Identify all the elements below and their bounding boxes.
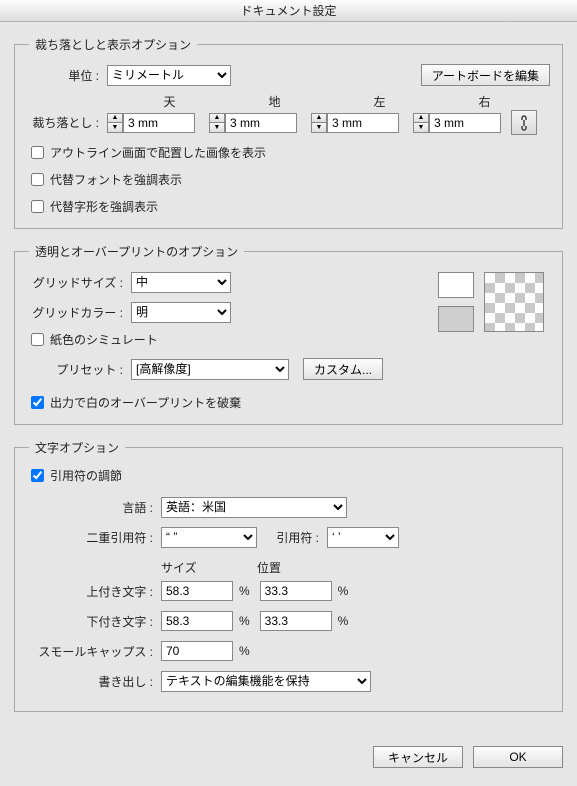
window-title: ドキュメント設定 xyxy=(0,0,577,22)
type-legend: 文字オプション xyxy=(29,439,125,456)
simulate-paper-label: 紙色のシミュレート xyxy=(50,331,158,348)
bleed-bottom-input[interactable] xyxy=(225,113,297,133)
preset-select[interactable]: [高解像度] xyxy=(131,359,289,380)
smallcaps-label: スモールキャップス : xyxy=(27,643,161,660)
bleed-display-options-group: 裁ち落としと表示オプション 単位 : ミリメートル アートボードを編集 天 地 … xyxy=(14,36,563,229)
position-header: 位置 xyxy=(257,559,353,576)
bleed-left-down[interactable]: ▼ xyxy=(311,122,327,133)
type-options-group: 文字オプション 引用符の調節 言語 : 英語：米国 二重引用符 : “ ” 引用… xyxy=(14,439,563,712)
percent-unit: % xyxy=(233,644,250,658)
bleed-top-header: 天 xyxy=(117,93,222,110)
smart-quotes-label: 引用符の調節 xyxy=(50,467,122,484)
percent-unit: % xyxy=(233,614,260,628)
smart-quotes-checkbox[interactable] xyxy=(31,469,44,482)
export-label: 書き出し : xyxy=(27,673,161,690)
language-select[interactable]: 英語：米国 xyxy=(161,497,347,518)
bleed-left-input[interactable] xyxy=(327,113,399,133)
percent-unit: % xyxy=(233,584,260,598)
alt-glyph-label: 代替字形を強調表示 xyxy=(50,198,158,215)
bleed-link-button[interactable] xyxy=(511,110,537,135)
cancel-button[interactable]: キャンセル xyxy=(373,746,463,768)
bleed-label: 裁ち落とし : xyxy=(27,114,107,131)
grid-swatch-checker xyxy=(484,272,544,332)
outline-images-checkbox[interactable] xyxy=(31,146,44,159)
bleed-left-header: 左 xyxy=(327,93,432,110)
bleed-right-up[interactable]: ▲ xyxy=(413,113,429,123)
preset-label: プリセット : xyxy=(27,361,131,378)
double-quote-label: 二重引用符 : xyxy=(27,529,161,546)
edit-artboards-button[interactable]: アートボードを編集 xyxy=(421,64,550,86)
single-quote-select[interactable]: ‘ ’ xyxy=(327,527,399,548)
bleed-right-input[interactable] xyxy=(429,113,501,133)
language-label: 言語 : xyxy=(27,499,161,516)
size-header: サイズ xyxy=(161,559,257,576)
grid-swatch-gray xyxy=(438,306,474,332)
double-quote-select[interactable]: “ ” xyxy=(161,527,257,548)
outline-images-label: アウトライン画面で配置した画像を表示 xyxy=(50,144,266,161)
bleed-bottom-header: 地 xyxy=(222,93,327,110)
smallcaps-input[interactable] xyxy=(161,641,233,661)
percent-unit: % xyxy=(332,614,349,628)
grid-swatch-white xyxy=(438,272,474,298)
bleed-top-up[interactable]: ▲ xyxy=(107,113,123,123)
grid-color-select[interactable]: 明 xyxy=(131,302,231,323)
alt-font-label: 代替フォントを強調表示 xyxy=(50,171,182,188)
link-icon xyxy=(518,115,530,131)
grid-color-label: グリッドカラー : xyxy=(27,304,131,321)
bleed-right-down[interactable]: ▼ xyxy=(413,122,429,133)
superscript-label: 上付き文字 : xyxy=(27,583,161,600)
bleed-right-header: 右 xyxy=(432,93,537,110)
unit-select[interactable]: ミリメートル xyxy=(107,65,231,86)
bleed-bottom-down[interactable]: ▼ xyxy=(209,122,225,133)
transparency-legend: 透明とオーバープリントのオプション xyxy=(29,243,244,260)
unit-label: 単位 : xyxy=(27,67,107,84)
simulate-paper-checkbox[interactable] xyxy=(31,333,44,346)
discard-white-overprint-label: 出力で白のオーバープリントを破棄 xyxy=(50,394,241,411)
transparency-overprint-group: 透明とオーバープリントのオプション グリッドサイズ : 中 グリッドカラー : … xyxy=(14,243,563,425)
superscript-pos-input[interactable] xyxy=(260,581,332,601)
percent-unit: % xyxy=(332,584,349,598)
subscript-size-input[interactable] xyxy=(161,611,233,631)
alt-glyph-checkbox[interactable] xyxy=(31,200,44,213)
subscript-label: 下付き文字 : xyxy=(27,613,161,630)
custom-button[interactable]: カスタム... xyxy=(303,358,383,380)
bleed-top-input[interactable] xyxy=(123,113,195,133)
subscript-pos-input[interactable] xyxy=(260,611,332,631)
bleed-bottom-up[interactable]: ▲ xyxy=(209,113,225,123)
alt-font-checkbox[interactable] xyxy=(31,173,44,186)
bleed-top-down[interactable]: ▼ xyxy=(107,122,123,133)
bleed-legend: 裁ち落としと表示オプション xyxy=(29,36,197,53)
grid-size-label: グリッドサイズ : xyxy=(27,274,131,291)
superscript-size-input[interactable] xyxy=(161,581,233,601)
grid-size-select[interactable]: 中 xyxy=(131,272,231,293)
bleed-left-up[interactable]: ▲ xyxy=(311,113,327,123)
export-select[interactable]: テキストの編集機能を保持 xyxy=(161,671,371,692)
single-quote-label: 引用符 : xyxy=(257,529,327,546)
ok-button[interactable]: OK xyxy=(473,746,563,768)
discard-white-overprint-checkbox[interactable] xyxy=(31,396,44,409)
